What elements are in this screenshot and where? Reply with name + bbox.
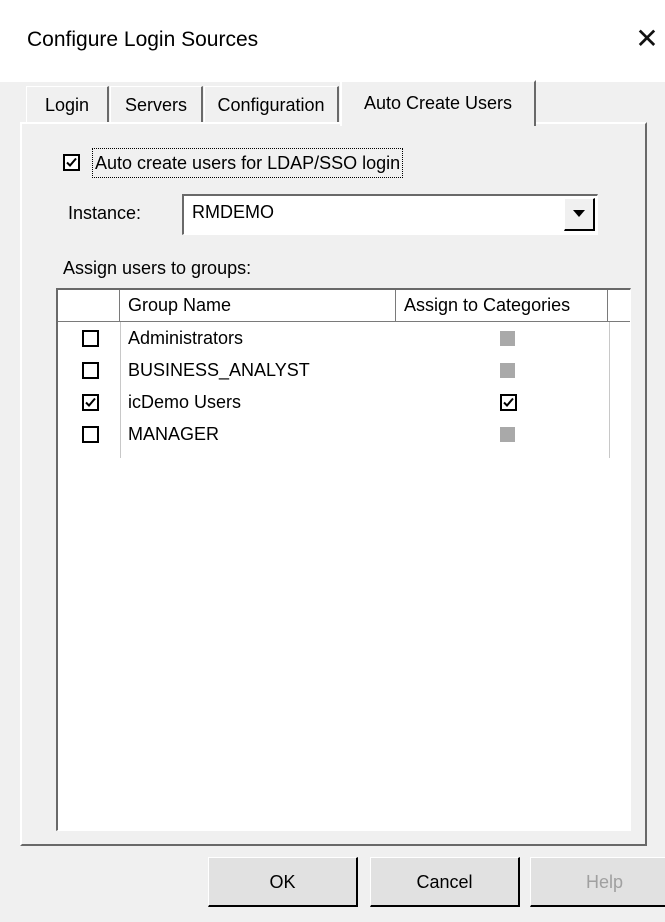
instance-value: RMDEMO (192, 202, 274, 222)
instance-select[interactable]: RMDEMO (182, 194, 598, 235)
assign-categories-checkbox (500, 427, 515, 442)
group-name: BUSINESS_ANALYST (128, 360, 310, 380)
table-row[interactable]: MANAGER (58, 422, 628, 453)
group-name: Administrators (128, 328, 244, 348)
group-select-checkbox[interactable] (82, 362, 99, 379)
group-select-checkbox[interactable] (82, 394, 99, 411)
column-header-select[interactable] (58, 290, 120, 322)
column-header-group-name[interactable]: Group Name (120, 290, 396, 322)
assign-groups-label: Assign users to groups: (63, 258, 252, 278)
assign-categories-checkbox[interactable] (500, 394, 517, 411)
assign-categories-checkbox (500, 363, 515, 378)
dropdown-button[interactable] (564, 198, 595, 231)
group-name: icDemo Users (128, 392, 242, 412)
table-row[interactable]: Administrators (58, 326, 628, 357)
assign-categories-checkbox (500, 331, 515, 346)
groups-list[interactable]: Group Name Assign to Categories Administ… (56, 288, 631, 831)
column-header-assign-to-categories[interactable]: Assign to Categories (396, 290, 608, 322)
instance-label: Instance: (68, 203, 142, 223)
table-row[interactable]: BUSINESS_ANALYST (58, 358, 628, 389)
chevron-down-icon (573, 210, 585, 217)
group-name: MANAGER (128, 424, 220, 444)
table-row[interactable]: icDemo Users (58, 390, 628, 421)
column-header-filler (608, 290, 630, 322)
configure-login-sources-dialog: Configure Login Sources ✕ Login Servers … (0, 0, 665, 922)
auto-create-users-checkbox[interactable] (63, 154, 80, 171)
auto-create-users-label[interactable]: Auto create users for LDAP/SSO login (92, 148, 404, 178)
group-select-checkbox[interactable] (82, 426, 99, 443)
group-select-checkbox[interactable] (82, 330, 99, 347)
